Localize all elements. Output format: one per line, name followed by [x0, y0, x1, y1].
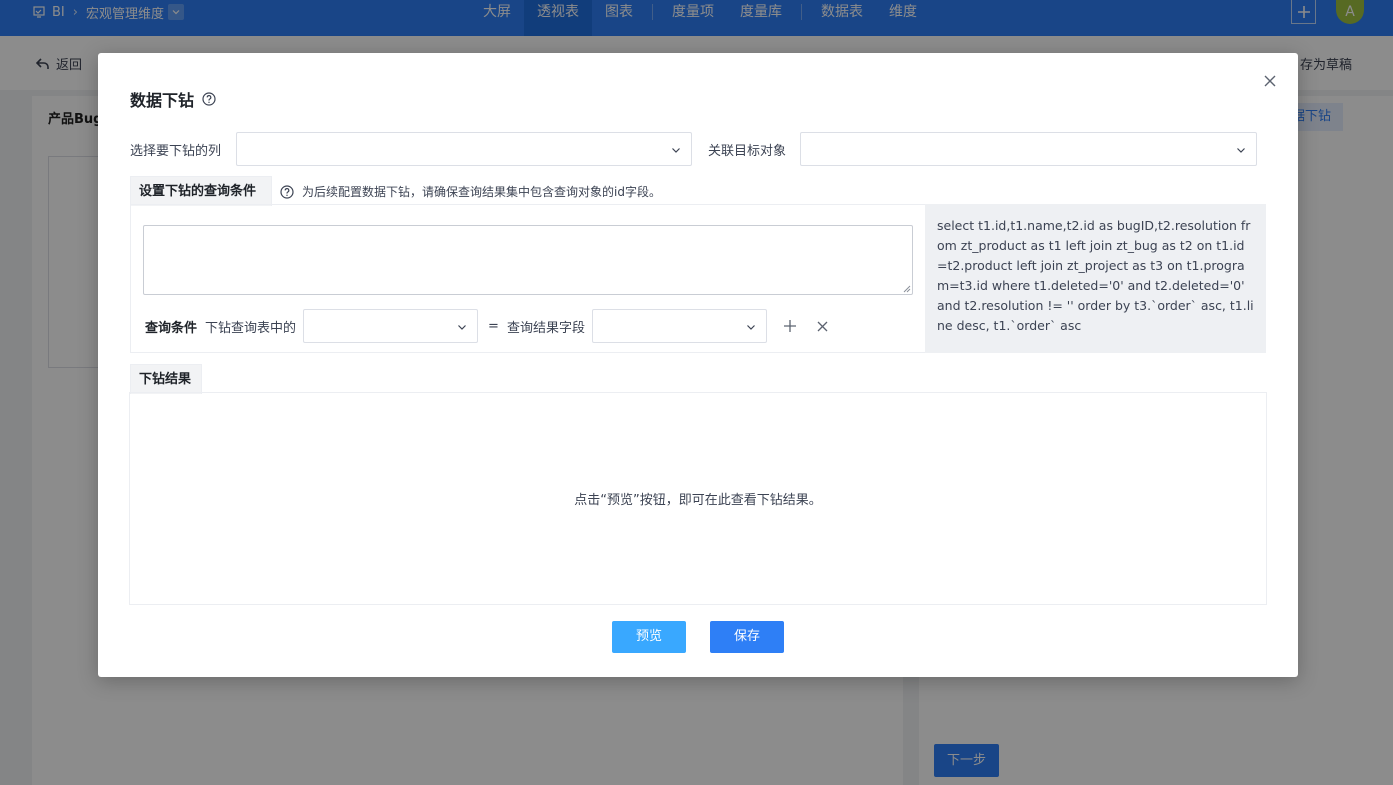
- help-icon: [280, 184, 294, 199]
- chevron-down-icon: [671, 145, 681, 155]
- query-condition-tab[interactable]: 设置下钻的查询条件: [130, 176, 272, 206]
- query-condition-panel: 查询条件 下钻查询表中的 = 查询结果字段: [130, 204, 925, 353]
- target-object-label: 关联目标对象: [708, 143, 787, 159]
- condition-row: 查询条件 下钻查询表中的 = 查询结果字段: [145, 309, 830, 343]
- drill-column-select[interactable]: [236, 132, 692, 166]
- drill-config-row: 选择要下钻的列 关联目标对象: [130, 132, 1257, 166]
- query-sql-textarea[interactable]: [143, 225, 913, 295]
- condition-label: 查询条件: [145, 320, 198, 336]
- chevron-down-icon: [457, 322, 467, 332]
- plus-icon: [783, 320, 796, 332]
- dialog-title: 数据下钻: [130, 87, 216, 111]
- select-column-label: 选择要下钻的列: [130, 143, 222, 159]
- close-button[interactable]: [1262, 73, 1278, 89]
- save-button[interactable]: 保存: [710, 621, 784, 653]
- drill-result-panel: 点击“预览”按钮，即可在此查看下钻结果。: [129, 392, 1267, 605]
- dialog-title-text: 数据下钻: [130, 91, 195, 110]
- sql-preview: select t1.id,t1.name,t2.id as bugID,t2.r…: [925, 204, 1266, 353]
- help-icon[interactable]: [202, 92, 216, 106]
- equals-sign: =: [488, 318, 499, 334]
- query-hint-text: 为后续配置数据下钻，请确保查询结果集中包含查询对象的id字段。: [302, 185, 661, 199]
- query-hint: 为后续配置数据下钻，请确保查询结果集中包含查询对象的id字段。: [280, 183, 661, 200]
- result-field-label: 查询结果字段: [506, 320, 585, 336]
- data-drill-dialog: 数据下钻 选择要下钻的列 关联目标对象 设置下钻的查询条件 为后续配置数据下钻，…: [98, 53, 1298, 677]
- chevron-down-icon: [1236, 145, 1246, 155]
- remove-condition-button[interactable]: [816, 319, 830, 333]
- drill-result-tab[interactable]: 下钻结果: [130, 364, 202, 394]
- target-object-select[interactable]: [800, 132, 1257, 166]
- result-field-select[interactable]: [591, 309, 767, 343]
- preview-button[interactable]: 预览: [612, 621, 686, 653]
- close-icon: [1264, 75, 1276, 87]
- add-condition-button[interactable]: [783, 319, 797, 333]
- drill-field-select[interactable]: [303, 309, 479, 343]
- result-empty-text: 点击“预览”按钮，即可在此查看下钻结果。: [574, 493, 822, 508]
- chevron-down-icon: [746, 322, 756, 332]
- close-icon: [817, 321, 828, 331]
- resize-grip-icon[interactable]: [903, 285, 911, 293]
- drill-field-label: 下钻查询表中的: [205, 320, 297, 336]
